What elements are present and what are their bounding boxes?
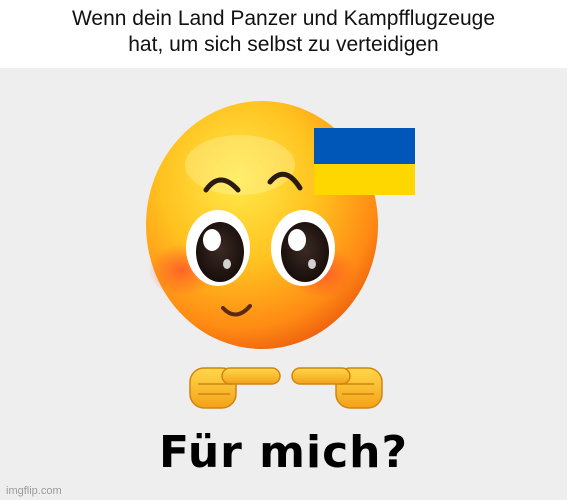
ukraine-flag <box>314 128 415 195</box>
top-caption-line-1: Wenn dein Land Panzer und Kampfflugzeuge <box>71 7 496 30</box>
right-hand-icon <box>291 367 383 409</box>
top-caption: Wenn dein Land Panzer und Kampfflugzeuge… <box>0 0 567 68</box>
imgflip-watermark: imgflip.com <box>6 485 62 497</box>
bottom-caption: Für mich? <box>158 427 409 478</box>
index-pointing-hands-emoji <box>189 367 383 409</box>
left-hand-icon <box>189 367 281 409</box>
top-caption-line-2: hat, um sich selbst zu verteidigen <box>128 33 439 56</box>
flag-bottom-stripe <box>314 164 415 195</box>
flag-top-stripe <box>314 128 415 164</box>
